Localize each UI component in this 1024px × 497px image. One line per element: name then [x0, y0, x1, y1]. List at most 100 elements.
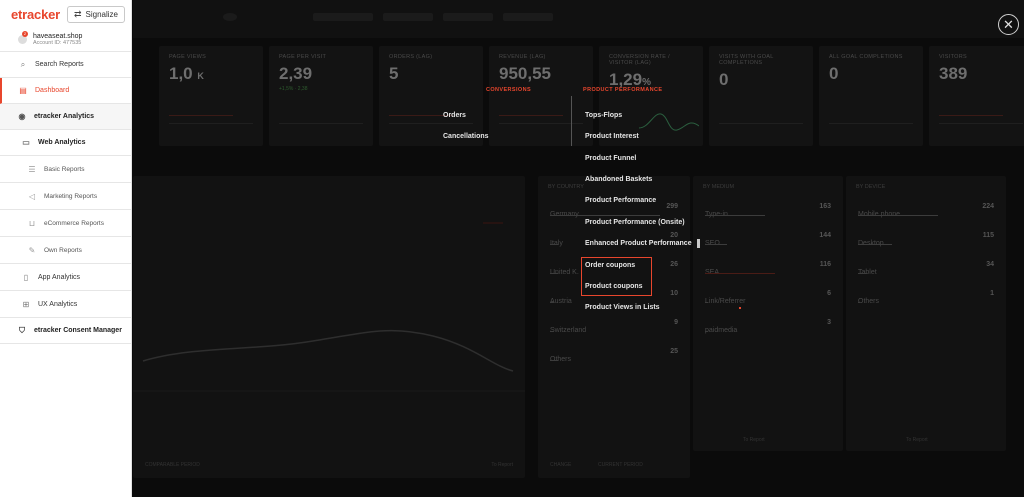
kpi-value: 0: [829, 64, 839, 83]
menu-item-product-performance[interactable]: Product Performance: [585, 197, 656, 204]
ux-analytics-item[interactable]: ⊞ UX Analytics: [0, 291, 131, 318]
row-value: 25: [670, 348, 678, 355]
kpi-change: +1,5% · 2,38: [279, 86, 308, 92]
kpi-visits-goal[interactable]: VISITS WITH GOAL COMPLETIONS 0: [709, 46, 813, 146]
kpi-page-views[interactable]: PAGE VIEWS 1,0 K: [159, 46, 263, 146]
row-value: 299: [666, 203, 678, 210]
to-report-link[interactable]: To Report: [491, 462, 513, 468]
database-icon: ☰: [28, 164, 36, 174]
ecommerce-reports-item[interactable]: ⊔ eCommerce Reports: [0, 210, 131, 237]
consent-manager-item[interactable]: ⛉ etracker Consent Manager: [0, 318, 131, 344]
menu-item-product-interest[interactable]: Product Interest: [585, 133, 639, 140]
app-analytics-item[interactable]: ▯ App Analytics: [0, 264, 131, 291]
menu-item-enhanced-product-performance[interactable]: Enhanced Product Performance: [585, 240, 692, 247]
country-row[interactable]: Switzerland 9: [550, 319, 678, 345]
dashboard-item[interactable]: ▤ Dashboard: [0, 78, 131, 104]
row-label: Link/Referrer: [705, 298, 746, 305]
country-row[interactable]: Others 25: [550, 348, 678, 374]
menu-item-product-views-in-lists[interactable]: Product Views in Lists: [585, 304, 660, 311]
menu-item-orders[interactable]: Orders: [443, 112, 466, 119]
current-period-legend: CURRENT PERIOD: [598, 462, 643, 468]
kpi-label: VISITORS: [939, 54, 967, 60]
close-menu-button[interactable]: ✕: [998, 14, 1019, 35]
device-row[interactable]: Desktop115: [858, 232, 994, 258]
kpi-unit: K: [197, 71, 204, 81]
device-row[interactable]: Mobile phone224: [858, 203, 994, 229]
sparkline: [639, 113, 699, 131]
row-value: 20: [670, 232, 678, 239]
ux-analytics-label: UX Analytics: [38, 300, 78, 308]
kpi-goal-completions[interactable]: ALL GOAL COMPLETIONS 0: [819, 46, 923, 146]
medium-row[interactable]: Link/Referrer 6: [705, 290, 831, 316]
device-row[interactable]: Others 1: [858, 290, 994, 316]
basic-reports-item[interactable]: ☰ Basic Reports: [0, 156, 131, 183]
kpi-label: REVENUE (LAG): [499, 54, 546, 60]
medium-row[interactable]: SEA116: [705, 261, 831, 287]
own-reports-item[interactable]: ✎ Own Reports: [0, 237, 131, 264]
row-value: 116: [819, 261, 831, 268]
marketing-reports-item[interactable]: ◁ Marketing Reports: [0, 183, 131, 210]
device-row[interactable]: Tablet 34: [858, 261, 994, 287]
kpi-value: 2,39: [279, 64, 313, 83]
row-value: 9: [674, 319, 678, 326]
shield-icon: ⛉: [19, 325, 25, 335]
signalize-button[interactable]: ⇄ Signalize: [66, 5, 125, 23]
menu-item-product-funnel[interactable]: Product Funnel: [585, 155, 636, 162]
pen-icon: ✎: [28, 245, 36, 255]
etracker-analytics-label: etracker Analytics: [34, 113, 95, 120]
row-value: 163: [819, 203, 831, 210]
pointer-dot: [739, 307, 741, 309]
row-label: Others: [858, 298, 880, 305]
medium-row[interactable]: paidmedia 3: [705, 319, 831, 345]
coupons-highlight-box: [581, 257, 652, 296]
dashboard-background: PAGE VIEWS 1,0 K PAGE PER VISIT 2,39 +1,…: [133, 0, 1024, 497]
kpi-visitors[interactable]: VISITORS 389: [929, 46, 1024, 146]
top-navigation-bar: [133, 0, 1024, 38]
swap-icon: ⇄: [73, 8, 82, 19]
visits-chart-panel: COMPARABLE PERIOD To Report: [133, 176, 525, 478]
cart-icon: ⊔: [28, 218, 36, 228]
kpi-value: 1,0: [169, 64, 193, 83]
menu-divider: [571, 96, 572, 146]
marketing-reports-label: Marketing Reports: [44, 192, 98, 200]
medium-row[interactable]: Type-in163: [705, 203, 831, 229]
analytics-signal-icon: ◉: [18, 112, 26, 121]
kpi-value: 950,55: [499, 64, 551, 83]
menu-item-abandoned-baskets[interactable]: Abandoned Baskets: [585, 176, 652, 183]
conversions-heading: CONVERSIONS: [486, 87, 532, 93]
etracker-analytics-item[interactable]: ◉ etracker Analytics: [0, 104, 131, 130]
basic-reports-label: Basic Reports: [44, 165, 85, 173]
kpi-conversion-rate[interactable]: CONVERSION RATE / VISITOR (LAG) 1,29%: [599, 46, 703, 146]
web-analytics-item[interactable]: ▭ Web Analytics: [0, 130, 131, 156]
megaphone-icon: ◁: [28, 191, 36, 201]
row-value: 1: [990, 290, 994, 297]
medium-row[interactable]: SEO144: [705, 232, 831, 258]
kpi-label: VISITS WITH GOAL COMPLETIONS: [719, 54, 774, 66]
notification-badge: 2: [22, 31, 28, 37]
search-icon: ⌕: [20, 59, 26, 69]
row-value: 6: [827, 290, 831, 297]
product-performance-heading: PRODUCT PERFORMANCE: [583, 87, 663, 93]
to-report-link[interactable]: To Report: [743, 437, 765, 443]
etracker-logo[interactable]: etracker: [11, 7, 60, 22]
row-value: 26: [670, 261, 678, 268]
menu-item-product-performance-onsite[interactable]: Product Performance (Onsite): [585, 219, 685, 226]
kpi-revenue[interactable]: REVENUE (LAG) 950,55: [489, 46, 593, 146]
menu-item-tops-flops[interactable]: Tops-Flops: [585, 112, 622, 119]
account-icon: 2: [18, 31, 28, 44]
comparable-period-legend: COMPARABLE PERIOD: [145, 462, 200, 468]
kpi-page-per-visit[interactable]: PAGE PER VISIT 2,39 +1,5% · 2,38: [269, 46, 373, 146]
search-reports-item[interactable]: ⌕ Search Reports: [0, 52, 131, 78]
kpi-orders[interactable]: ORDERS (LAG) 5: [379, 46, 483, 146]
app-analytics-label: App Analytics: [38, 273, 81, 281]
to-report-link[interactable]: To Report: [906, 437, 928, 443]
kpi-value: 0: [719, 70, 729, 89]
search-reports-label: Search Reports: [35, 61, 84, 68]
browser-window-icon: ▭: [22, 138, 30, 147]
account-switcher[interactable]: 2 haveaseat.shop Account ID: 477535: [0, 28, 131, 52]
kpi-label: ALL GOAL COMPLETIONS: [829, 54, 903, 60]
account-name: haveaseat.shop: [33, 33, 83, 40]
kpi-label: PAGE PER VISIT: [279, 54, 327, 60]
medium-title: BY MEDIUM: [703, 184, 735, 190]
menu-item-cancellations[interactable]: Cancellations: [443, 133, 489, 140]
